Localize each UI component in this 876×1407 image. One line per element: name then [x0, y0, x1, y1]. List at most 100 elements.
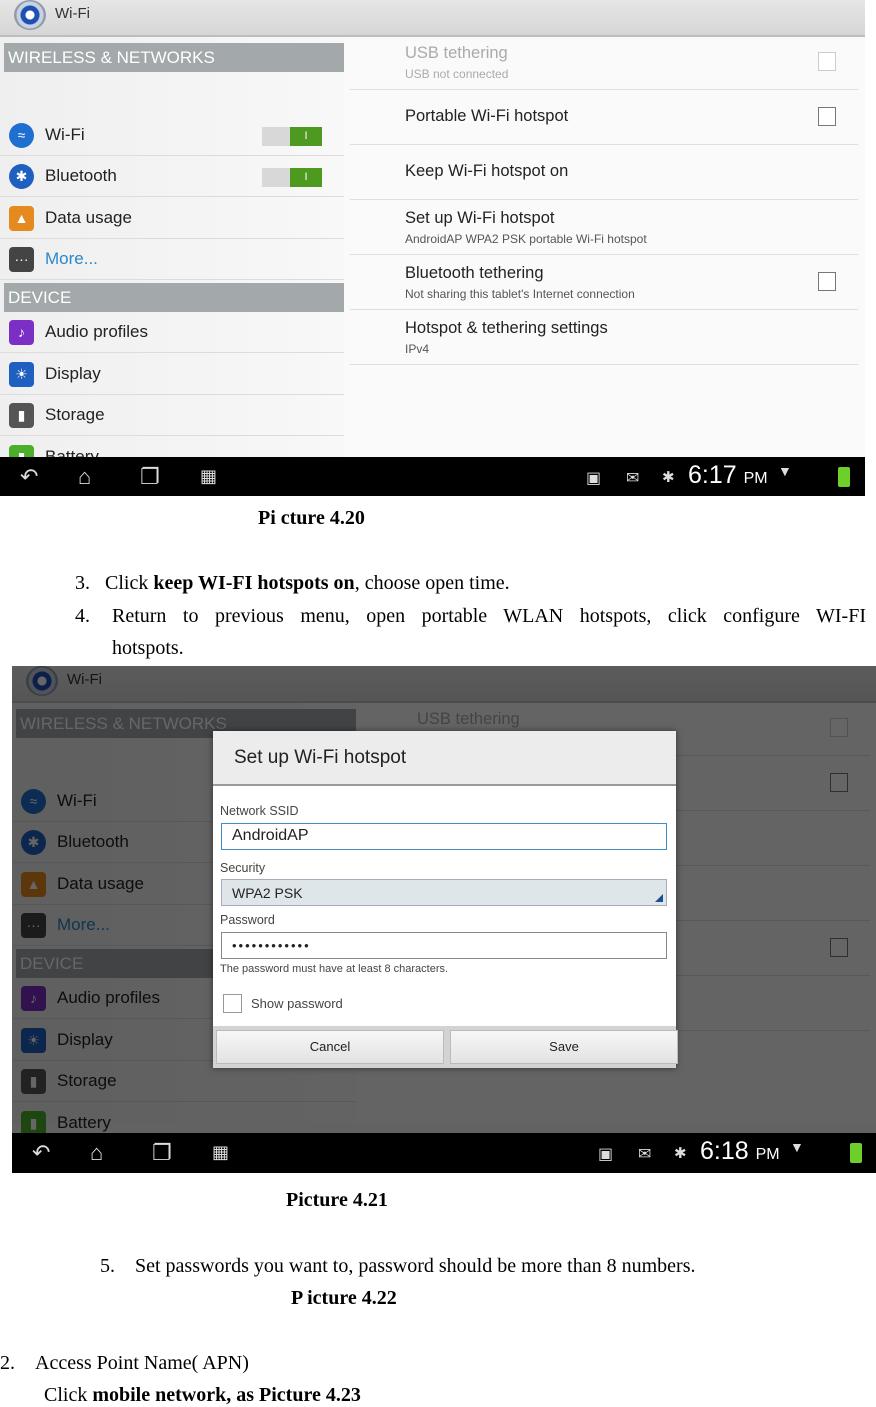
step-text: Click — [105, 572, 154, 594]
home-icon[interactable]: ⌂ — [90, 1140, 103, 1166]
save-button[interactable]: Save — [450, 1030, 678, 1064]
ampm: PM — [755, 1146, 780, 1163]
message-notification-icon[interactable]: ✉ — [626, 468, 639, 488]
list-item-subtitle: IPv4 — [405, 342, 430, 356]
message-notification-icon[interactable]: ✉ — [638, 1144, 651, 1164]
list-item-title: Hotspot & tethering settings — [405, 319, 608, 337]
gallery-notification-icon[interactable]: ▣ — [598, 1144, 613, 1164]
battery-status-icon — [850, 1143, 862, 1163]
dialog-title: Set up Wi-Fi hotspot — [213, 731, 676, 786]
checkbox[interactable] — [818, 52, 836, 71]
step-5: 5. Set passwords you want to, password s… — [100, 1255, 696, 1278]
list-item[interactable]: Set up Wi-Fi hotspot AndroidAP WPA2 PSK … — [350, 200, 858, 255]
settings-categories: WIRELESS & NETWORKS ≈ Wi-Fi I ✱ Bluetoot… — [0, 37, 344, 478]
gallery-notification-icon[interactable]: ▣ — [586, 468, 601, 488]
step-4-number: 4. — [75, 605, 90, 627]
section-title: Access Point Name( APN) — [35, 1352, 249, 1374]
home-icon[interactable]: ⌂ — [78, 464, 91, 490]
section-2-text: Click mobile network, as Picture 4.23 — [44, 1384, 361, 1407]
sidebar-item[interactable]: ▲ Data usage — [0, 198, 344, 239]
sidebar-item-label: Bluetooth — [45, 166, 117, 185]
checkbox[interactable] — [818, 272, 836, 291]
sidebar-item-label: Wi-Fi — [45, 125, 85, 144]
list-item-title: Bluetooth tethering — [405, 264, 544, 282]
list-item[interactable]: Hotspot & tethering settings IPv4 — [350, 310, 858, 365]
ampm: PM — [743, 470, 768, 487]
list-item[interactable]: USB tethering USB not connected — [350, 35, 858, 90]
list-item-subtitle: AndroidAP WPA2 PSK portable Wi-Fi hotspo… — [405, 232, 647, 246]
section-header-wireless: WIRELESS & NETWORKS — [4, 43, 344, 72]
sidebar-item-label: Data usage — [45, 208, 132, 227]
list-item[interactable]: Bluetooth tethering Not sharing this tab… — [350, 255, 858, 310]
sidebar-item[interactable]: ··· More... — [0, 239, 344, 280]
wifi-status-icon: ▼ — [790, 1139, 804, 1155]
wifi-status-icon: ▼ — [778, 463, 792, 479]
screenshot-icon[interactable]: ▦ — [212, 1142, 229, 1163]
time: 6:18 — [700, 1137, 749, 1165]
caption-4-21: Picture 4.21 — [286, 1189, 388, 1211]
section-number: 2. — [0, 1352, 15, 1374]
system-nav-bar: ↶ ⌂ ❐ ▦ ▣ ✉ ✱ 6:18 PM ▼ — [12, 1133, 876, 1173]
cancel-button[interactable]: Cancel — [216, 1030, 444, 1064]
toggle-switch[interactable]: I — [262, 127, 322, 146]
sidebar-item-label: Display — [45, 364, 101, 383]
sidebar-item[interactable]: ☀ Display — [0, 354, 344, 395]
recent-apps-icon[interactable]: ❐ — [152, 1140, 172, 1166]
password-input[interactable]: •••••••••••• — [221, 932, 667, 959]
title-bar: Wi-Fi — [0, 0, 865, 37]
clock[interactable]: 6:17 PM — [688, 461, 768, 490]
sidebar-item-label: Storage — [45, 405, 105, 424]
step-bold: keep WI-FI hotspots on — [153, 572, 355, 594]
caption-4-22: P icture 4.22 — [291, 1287, 397, 1309]
audio-icon: ♪ — [9, 320, 34, 345]
back-icon[interactable]: ↶ — [32, 1140, 50, 1166]
step-number: 3. — [75, 572, 90, 594]
toggle-on-label: I — [290, 168, 322, 187]
list-item-title: Set up Wi-Fi hotspot — [405, 209, 555, 227]
display-icon: ☀ — [9, 362, 34, 387]
section-2-heading: 2. Access Point Name( APN) — [0, 1352, 249, 1375]
step-4-line2: hotspots. — [112, 637, 184, 659]
show-password-label[interactable]: Show password — [251, 996, 343, 1011]
more-icon: ··· — [9, 247, 34, 272]
text: Click — [44, 1384, 93, 1406]
storage-icon: ▮ — [9, 403, 34, 428]
sidebar-item[interactable]: ≈ Wi-Fi I — [0, 115, 344, 156]
security-select[interactable]: WPA2 PSK — [221, 879, 667, 906]
list-item[interactable]: Portable Wi-Fi hotspot — [350, 90, 858, 145]
sidebar-item-label: Audio profiles — [45, 322, 149, 341]
ssid-input[interactable]: AndroidAP — [221, 823, 667, 850]
battery-status-icon — [838, 467, 850, 487]
recent-apps-icon[interactable]: ❐ — [140, 464, 160, 490]
password-label: Password — [220, 913, 275, 927]
bluetooth-status-icon: ✱ — [662, 469, 675, 486]
list-item[interactable]: Keep Wi-Fi hotspot on — [350, 145, 858, 200]
toggle-on-label: I — [290, 127, 322, 146]
password-hint: The password must have at least 8 charac… — [220, 963, 449, 975]
setup-hotspot-dialog: Set up Wi-Fi hotspot Network SSID Androi… — [213, 731, 678, 1068]
sidebar-item[interactable]: ▮ Storage — [0, 395, 344, 436]
list-item-title: USB tethering — [405, 44, 508, 62]
section-header-device: DEVICE — [4, 283, 344, 312]
screenshot-icon[interactable]: ▦ — [200, 466, 217, 487]
settings-screenshot-1: Wi-Fi WIRELESS & NETWORKS ≈ Wi-Fi I ✱ Blu… — [0, 0, 865, 496]
sidebar-item[interactable]: ✱ Bluetooth I — [0, 156, 344, 197]
caption-4-20: Pi cture 4.20 — [258, 507, 365, 529]
app-title: Wi-Fi — [55, 5, 90, 22]
sidebar-item-label: More... — [45, 249, 98, 268]
step-4-line1: Return to previous menu, open portable W… — [112, 605, 866, 627]
bluetooth-status-icon: ✱ — [674, 1145, 687, 1162]
toggle-switch[interactable]: I — [262, 168, 322, 187]
settings-gear-icon — [14, 0, 46, 30]
checkbox[interactable] — [818, 107, 836, 126]
bluetooth-icon: ✱ — [9, 164, 34, 189]
show-password-checkbox[interactable] — [223, 994, 242, 1013]
back-icon[interactable]: ↶ — [20, 464, 38, 490]
system-nav-bar: ↶ ⌂ ❐ ▦ ▣ ✉ ✱ 6:17 PM ▼ — [0, 457, 865, 496]
sidebar-item[interactable]: ♪ Audio profiles — [0, 312, 344, 353]
list-item-subtitle: USB not connected — [405, 67, 509, 81]
data-usage-icon: ▲ — [9, 206, 34, 231]
tethering-list: USB tethering USB not connected Portable… — [344, 37, 865, 457]
settings-screenshot-2: Wi-FiWIRELESS & NETWORKS ≈ Wi-Fi I ✱ Blu… — [12, 666, 876, 1173]
clock[interactable]: 6:18 PM — [700, 1137, 780, 1166]
